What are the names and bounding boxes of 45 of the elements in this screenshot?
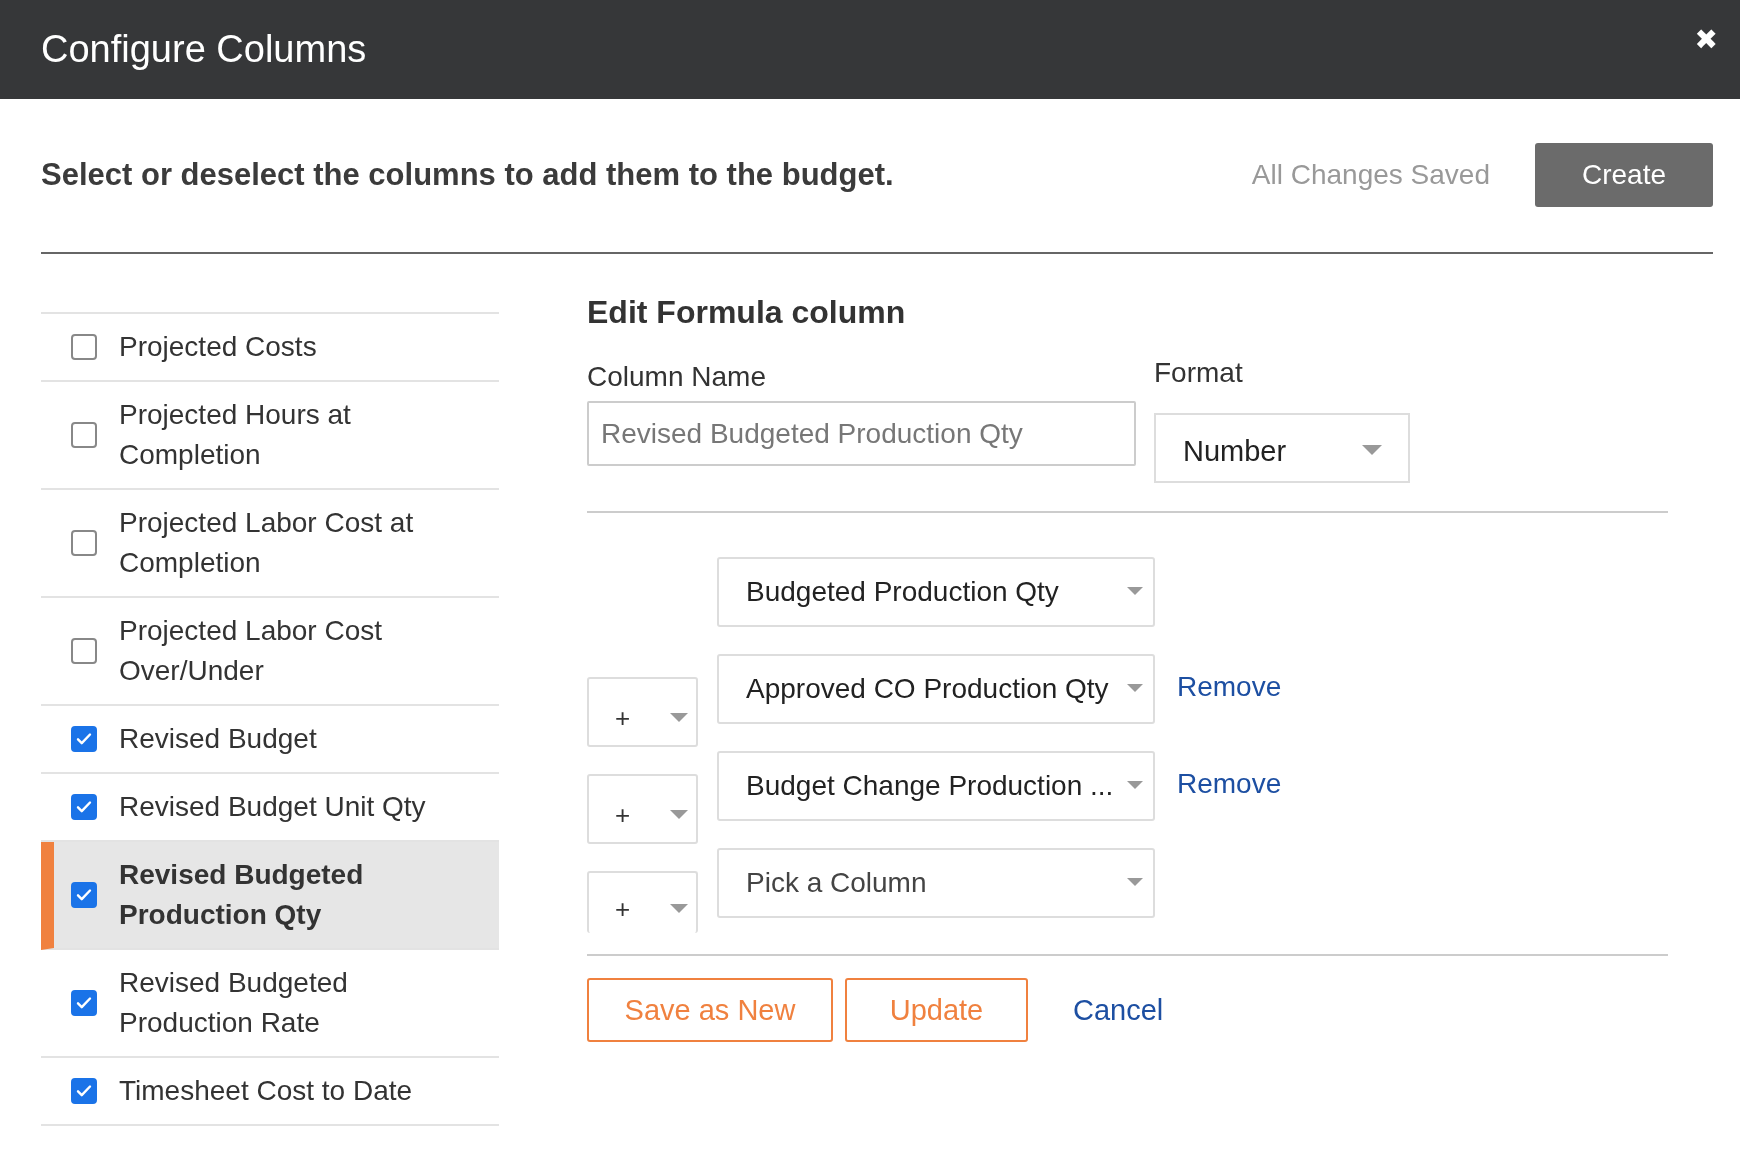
column-list-item[interactable]: Projected Labor Cost Over/Under [41, 598, 499, 706]
caret-icon [670, 809, 688, 821]
caret-icon [1127, 781, 1143, 791]
caret-icon [1127, 684, 1143, 694]
operator-dropdown[interactable]: + [587, 774, 698, 844]
column-dropdown[interactable]: Approved CO Production Qty [717, 654, 1155, 724]
checkbox[interactable] [71, 1078, 97, 1104]
checkbox[interactable] [71, 726, 97, 752]
column-dropdown[interactable]: Pick a Column [717, 848, 1155, 918]
column-list-item[interactable]: Revised Budgeted Production Rate [41, 950, 499, 1058]
remove-link[interactable]: Remove [1177, 768, 1282, 800]
column-list-item[interactable]: Timesheet Cost to Date [41, 1058, 499, 1126]
column-name-label: Column Name [587, 361, 767, 393]
column-list-item[interactable]: Projected Labor Cost at Completion [41, 490, 499, 598]
column-list-item[interactable]: Revised Budgeted Production Qty [41, 842, 499, 950]
format-label: Format [1154, 357, 1244, 389]
operator-dropdown[interactable]: + [587, 871, 698, 933]
column-list-item[interactable]: Projected Costs [41, 314, 499, 382]
column-dropdown[interactable]: Budget Change Production ... [717, 751, 1155, 821]
column-list-item[interactable]: Projected Hours at Completion [41, 382, 499, 490]
checkbox[interactable] [71, 422, 97, 448]
caret-icon [1362, 445, 1382, 457]
column-list-item[interactable]: Revised Budget [41, 706, 499, 774]
close-button[interactable]: ✖ [1694, 23, 1718, 56]
checkbox[interactable] [71, 882, 97, 908]
caret-icon [1127, 587, 1143, 597]
save-status: All Changes Saved [1251, 159, 1490, 191]
cancel-link[interactable]: Cancel [1073, 993, 1164, 1027]
create-button[interactable]: Create [1535, 143, 1713, 207]
editor-title: Edit Formula column [587, 294, 907, 331]
caret-icon [1127, 878, 1143, 888]
checkbox[interactable] [71, 638, 97, 664]
remove-link[interactable]: Remove [1177, 671, 1282, 703]
operator-dropdown[interactable]: + [587, 677, 698, 747]
column-dropdown[interactable]: Budgeted Production Qty [717, 557, 1155, 627]
checkbox[interactable] [71, 530, 97, 556]
column-name-field[interactable]: Revised Budgeted Production Qty [587, 401, 1136, 466]
caret-icon [670, 712, 688, 724]
window-title: Configure Columns [41, 28, 367, 71]
checkbox[interactable] [71, 990, 97, 1016]
checkbox[interactable] [71, 794, 97, 820]
checkbox[interactable] [71, 334, 97, 360]
instruction-text: Select or deselect the columns to add them to the budget. [41, 157, 895, 193]
caret-icon [670, 903, 688, 915]
format-dropdown[interactable]: Number [1154, 413, 1410, 483]
